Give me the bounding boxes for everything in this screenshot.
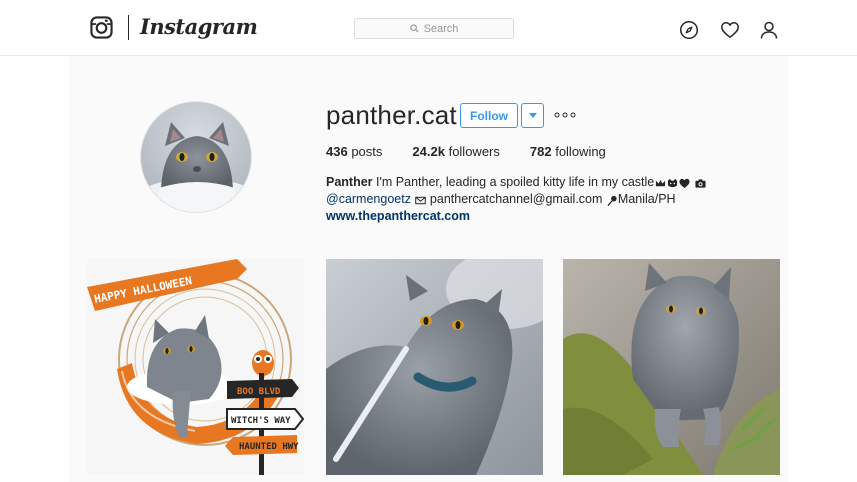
profile-username: panther.cat bbox=[326, 100, 457, 130]
cat-on-leash-photo bbox=[326, 259, 543, 475]
post-tile-leash[interactable] bbox=[326, 259, 543, 475]
posts-label: posts bbox=[351, 144, 383, 159]
mention-link[interactable]: @carmengoetz bbox=[326, 191, 411, 208]
avatar-cat-photo bbox=[141, 102, 251, 212]
instagram-wordmark[interactable]: Instagram bbox=[140, 14, 258, 39]
top-navigation-bar: Instagram Search bbox=[0, 0, 857, 56]
search-placeholder: Search bbox=[423, 22, 459, 35]
suggestions-dropdown-button[interactable] bbox=[521, 103, 544, 128]
post-tile-halloween[interactable]: HAPPY HALLOWEEN BOO BLVD WITCH'S WAY HAU… bbox=[87, 259, 304, 475]
compass-icon[interactable] bbox=[679, 20, 699, 40]
black-heart-icon bbox=[679, 177, 690, 189]
person-icon[interactable] bbox=[759, 20, 779, 40]
sign-boo-blvd: BOO BLVD bbox=[237, 387, 281, 397]
profile-bio: Panther I'm Panther, leading a spoiled k… bbox=[326, 174, 746, 225]
sign-witchs-way: WITCH'S WAY bbox=[231, 416, 291, 426]
triangle-down-icon bbox=[528, 112, 537, 118]
follow-button[interactable]: Follow bbox=[460, 103, 518, 128]
bio-line-3: www.thepanthercat.com bbox=[326, 208, 746, 225]
posts-count: 436 bbox=[326, 144, 348, 159]
instagram-camera-icon[interactable] bbox=[90, 16, 113, 39]
followers-count: 24.2k bbox=[412, 144, 445, 159]
halloween-cat-photo: HAPPY HALLOWEEN BOO BLVD WITCH'S WAY HAU… bbox=[87, 259, 304, 475]
followers-label: followers bbox=[448, 144, 500, 159]
bio-email: panthercatchannel@gmail.com bbox=[429, 192, 603, 206]
logo-divider bbox=[128, 15, 129, 40]
profile-stats: 436 posts 24.2k followers 782 following bbox=[326, 144, 636, 159]
sign-haunted-hwy: HAUNTED HWY bbox=[239, 442, 299, 452]
following-label: following bbox=[555, 144, 606, 159]
bio-line-2: @carmengoetz panthercatchannel@gmail.com… bbox=[326, 191, 746, 208]
envelope-icon bbox=[415, 194, 427, 205]
camera-icon bbox=[695, 177, 706, 188]
website-link[interactable]: www.thepanthercat.com bbox=[326, 208, 470, 225]
crown-icon bbox=[655, 177, 666, 188]
ellipsis-icon[interactable] bbox=[554, 108, 576, 122]
followers-stat[interactable]: 24.2k followers bbox=[412, 144, 499, 159]
cat-face-icon bbox=[667, 177, 678, 188]
posts-stat: 436 posts bbox=[326, 144, 382, 159]
search-input[interactable]: Search bbox=[354, 18, 514, 39]
heart-icon[interactable] bbox=[720, 20, 740, 40]
bio-name: Panther bbox=[326, 175, 373, 189]
pin-icon bbox=[607, 194, 618, 206]
search-icon bbox=[409, 24, 419, 33]
avatar[interactable] bbox=[140, 101, 252, 213]
bio-description: I'm Panther, leading a spoiled kitty lif… bbox=[376, 175, 655, 189]
cat-walking-on-moss-photo bbox=[563, 259, 780, 475]
post-tile-moss[interactable] bbox=[563, 259, 780, 475]
following-count: 782 bbox=[529, 144, 552, 159]
bio-location: Manila/PH bbox=[617, 192, 676, 206]
following-stat[interactable]: 782 following bbox=[530, 144, 606, 159]
bio-line-1: Panther I'm Panther, leading a spoiled k… bbox=[326, 174, 746, 191]
